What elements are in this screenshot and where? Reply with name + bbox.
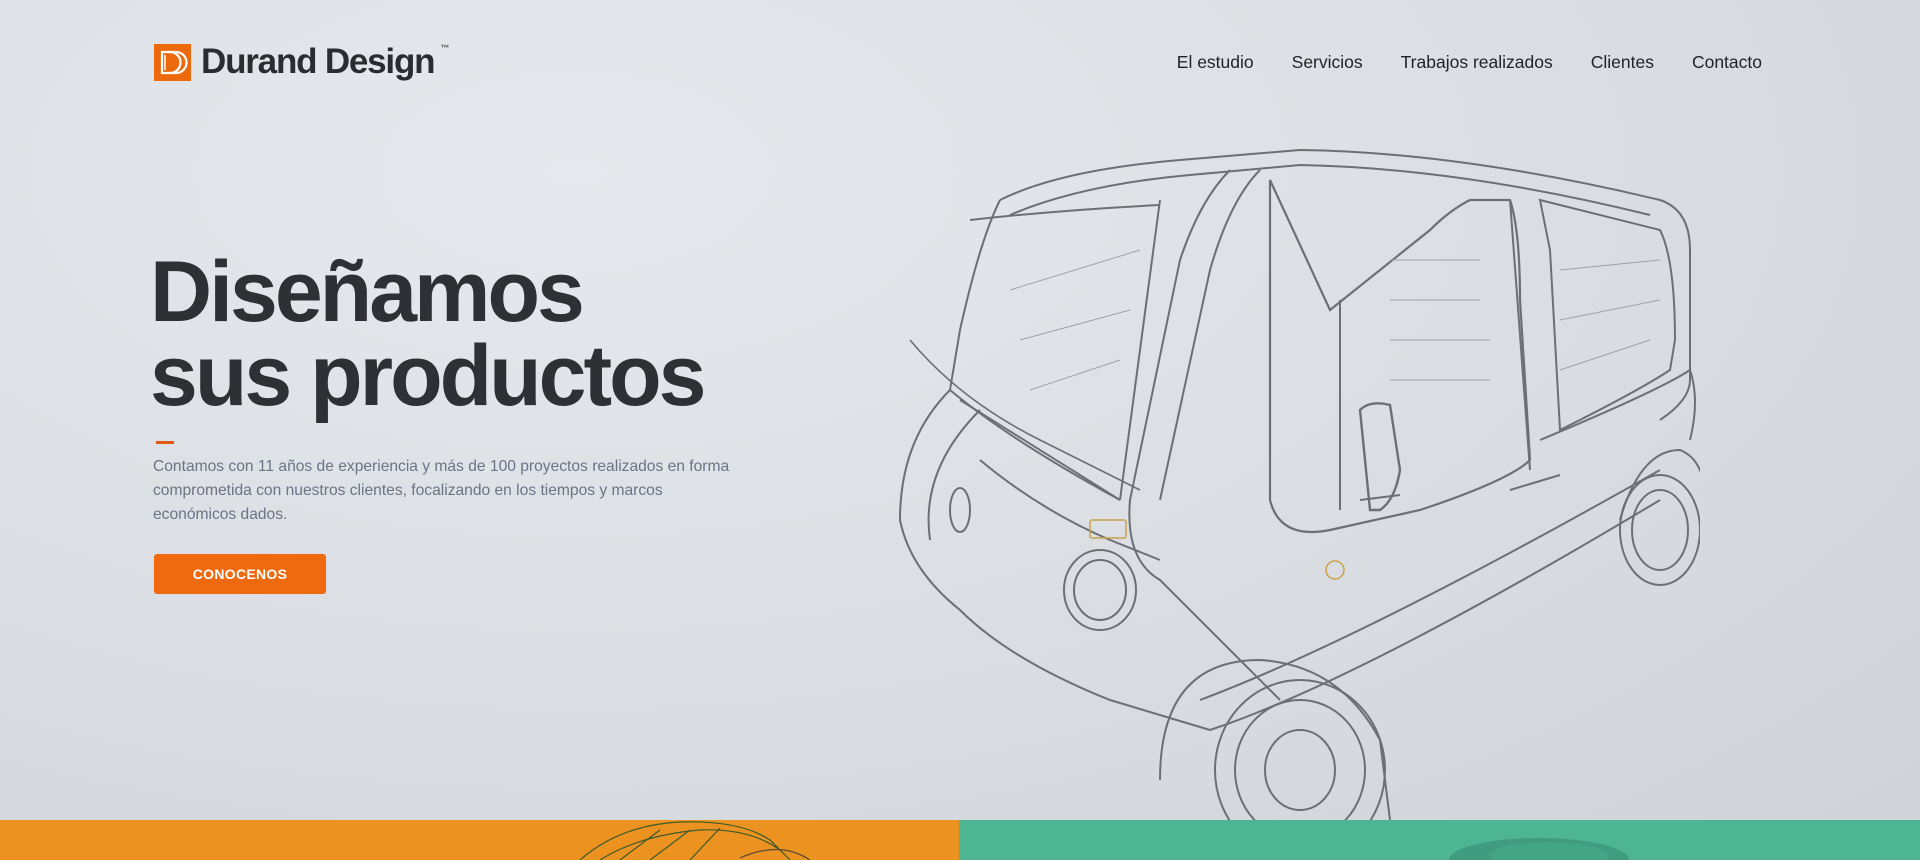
hero-title: Diseñamos sus productos [150,244,707,424]
brand-name: Durand Design [201,42,436,81]
nav-item-servicios[interactable]: Servicios [1292,52,1363,73]
main-nav: El estudio Servicios Trabajos realizados… [1177,52,1762,73]
hero-title-line-1: Diseñamos [150,244,585,340]
green-feature-panel[interactable] [959,820,1920,860]
nav-item-el-estudio[interactable]: El estudio [1177,52,1254,73]
orange-feature-panel[interactable] [0,820,959,860]
nav-item-contacto[interactable]: Contacto [1692,52,1762,73]
brand-logo[interactable]: Durand Design ™ [154,42,449,82]
trademark-symbol: ™ [440,43,450,53]
van-wireframe-icon [898,148,1700,820]
site-header: Durand Design ™ El estudio Servicios Tra… [0,0,1920,120]
nav-item-trabajos-realizados[interactable]: Trabajos realizados [1401,52,1553,73]
hero-title-line-2: sus productos [150,328,707,424]
nav-item-clientes[interactable]: Clientes [1591,52,1654,73]
hero-description: Contamos con 11 años de experiencia y má… [153,458,730,523]
product-preview-icon [1449,838,1629,860]
accent-divider [156,441,174,444]
wireframe-preview-icon [579,821,811,860]
conocenos-button[interactable]: CONOCENOS [154,554,326,594]
dd-logo-icon [154,43,191,81]
